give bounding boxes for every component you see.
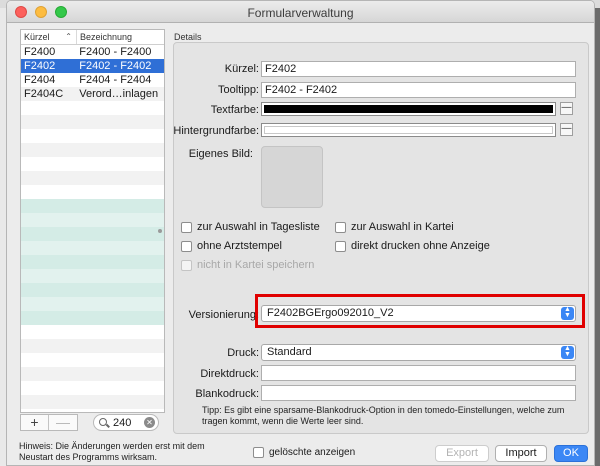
checkbox-box[interactable]: [181, 240, 192, 252]
titlebar: Formularverwaltung: [7, 1, 594, 23]
kuerzel-label: Kürzel:: [224, 63, 259, 75]
ok-button[interactable]: OK: [554, 445, 588, 462]
tooltip-field[interactable]: F2402 - F2402: [261, 82, 576, 98]
hintergrund-swatch: [264, 126, 553, 134]
search-input[interactable]: 240: [113, 417, 131, 429]
list-header: Kürzel Bezeichnung: [21, 30, 164, 45]
empty-row: [21, 227, 164, 241]
direktdruck-field[interactable]: [261, 365, 576, 381]
popup-arrows-icon: ▲ ▼: [561, 345, 574, 359]
empty-row: [21, 171, 164, 185]
textfarbe-swatch: [264, 105, 553, 113]
empty-row: [21, 255, 164, 269]
search-field[interactable]: 240 ✕: [93, 414, 159, 431]
checkbox-label: zur Auswahl in Tagesliste: [197, 221, 320, 233]
empty-row: [21, 269, 164, 283]
row-code: F2404: [24, 74, 56, 86]
clear-search-icon[interactable]: ✕: [144, 417, 155, 428]
hintergrund-label: Hintergrundfarbe:: [173, 125, 259, 137]
remove-form-button[interactable]: —: [49, 415, 77, 430]
row-code: F2404C: [24, 88, 64, 100]
checkbox-tagesliste[interactable]: zur Auswahl in Tagesliste: [181, 221, 320, 233]
direktdruck-label: Direktdruck:: [200, 368, 259, 380]
empty-row: [21, 213, 164, 227]
empty-row: [21, 199, 164, 213]
empty-row: [21, 325, 164, 339]
checkbox-label: gelöschte anzeigen: [269, 447, 356, 458]
splitter-handle[interactable]: [158, 229, 162, 233]
textfarbe-label: Textfarbe:: [210, 104, 259, 116]
blankodruck-field[interactable]: [261, 385, 576, 401]
hintergrund-color-well[interactable]: [261, 123, 556, 137]
kuerzel-field[interactable]: F2402: [261, 61, 576, 77]
checkbox-direkt-drucken[interactable]: direkt drucken ohne Anzeige: [335, 240, 490, 252]
image-well[interactable]: [261, 146, 323, 208]
checkbox-box[interactable]: [335, 240, 346, 252]
add-form-button[interactable]: +: [21, 415, 49, 430]
list-buttons: + —: [20, 414, 78, 431]
bild-label: Eigenes Bild:: [188, 148, 253, 160]
druck-label: Druck:: [227, 347, 259, 359]
textfarbe-clear-button[interactable]: —: [560, 102, 573, 115]
formularverwaltung-window: Formularverwaltung Kürzel Bezeichnung F2…: [6, 0, 595, 466]
list-row-f2400[interactable]: F2400 F2400 - F2400: [21, 45, 164, 59]
blankodruck-label: Blankodruck:: [195, 388, 259, 400]
export-button[interactable]: Export: [435, 445, 489, 462]
row-code: F2400: [24, 46, 56, 58]
empty-row: [21, 283, 164, 297]
checkbox-arztstempel[interactable]: ohne Arztstempel: [181, 240, 282, 252]
import-button[interactable]: Import: [495, 445, 547, 462]
tooltip-label: Tooltipp:: [218, 84, 259, 96]
druck-value: Standard: [267, 346, 312, 358]
checkbox-nicht-in-kartei[interactable]: nicht in Kartei speichern: [181, 259, 314, 271]
checkbox-kartei[interactable]: zur Auswahl in Kartei: [335, 221, 454, 233]
checkbox-label: direkt drucken ohne Anzeige: [351, 240, 490, 252]
checkbox-show-deleted[interactable]: gelöschte anzeigen: [253, 447, 355, 458]
search-icon: [99, 418, 107, 426]
annotation-highlight-box: [255, 294, 585, 328]
checkbox-box[interactable]: [335, 221, 346, 233]
tip-text: Tipp: Es gibt eine sparsame-Blankodruck-…: [202, 405, 565, 426]
restart-hint: Hinweis: Die Änderungen werden erst mit …: [19, 441, 205, 462]
column-header-kuerzel[interactable]: Kürzel: [21, 30, 77, 44]
column-header-bezeichnung[interactable]: Bezeichnung: [77, 30, 135, 44]
textfarbe-color-well[interactable]: [261, 102, 556, 116]
checkbox-label: zur Auswahl in Kartei: [351, 221, 454, 233]
window-title: Formularverwaltung: [247, 6, 354, 20]
row-name: F2400 - F2400: [79, 46, 152, 58]
details-group-label: Details: [174, 32, 202, 42]
empty-row: [21, 185, 164, 199]
row-code: F2402: [24, 60, 56, 72]
checkbox-label: ohne Arztstempel: [197, 240, 282, 252]
hintergrund-clear-button[interactable]: —: [560, 123, 573, 136]
checkbox-box[interactable]: [181, 221, 192, 233]
versionierung-label: Versionierung:: [188, 309, 259, 321]
empty-row: [21, 241, 164, 255]
checkbox-box[interactable]: [181, 259, 192, 271]
druck-popup[interactable]: Standard ▲ ▼: [261, 344, 576, 361]
checkbox-label: nicht in Kartei speichern: [197, 259, 315, 271]
checkbox-box[interactable]: [253, 447, 264, 458]
